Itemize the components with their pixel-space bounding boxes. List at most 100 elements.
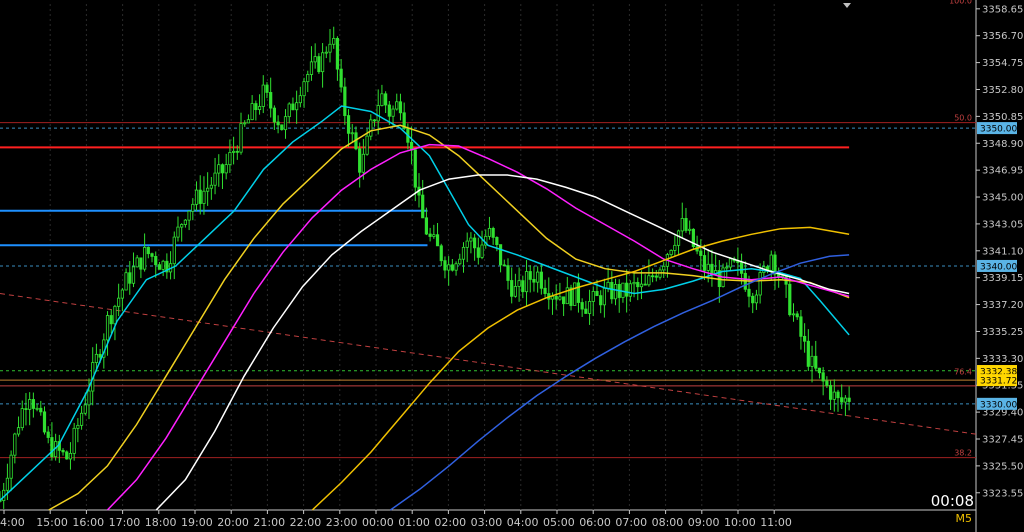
fib-level-label: 50.0	[954, 114, 972, 123]
candle-body	[306, 74, 310, 83]
candle-body	[602, 287, 606, 306]
candle-body	[79, 412, 84, 426]
candle-body	[680, 218, 684, 232]
chart-shift-marker-icon[interactable]	[843, 3, 851, 8]
candle-body	[358, 148, 362, 173]
candle-body	[458, 258, 462, 265]
candle-body	[506, 265, 510, 281]
moving-average-line[interactable]	[0, 105, 850, 501]
candle-body	[814, 355, 818, 369]
candle-body	[68, 452, 73, 460]
candle-body	[628, 283, 632, 297]
candle-body	[539, 271, 543, 289]
price-axis[interactable]: 3358.65 3356.70 3354.75 3352.80 3350.85 3348.…	[976, 4, 1023, 499]
candle-body	[791, 313, 796, 316]
candle-body	[673, 244, 677, 251]
candle-body	[825, 380, 829, 386]
candle-body	[591, 291, 595, 302]
candle-body	[528, 271, 532, 280]
candle-body	[654, 275, 658, 278]
candle-body	[291, 103, 295, 111]
time-axis[interactable]: 4:00 15:00 16:00 17:00 18:00 19:00 20:00 21:00 2…	[0, 510, 792, 529]
candle-body	[799, 316, 803, 337]
candle-body	[317, 56, 321, 73]
candle-body	[76, 424, 80, 429]
candle-body	[769, 254, 773, 271]
candle-body	[83, 404, 87, 414]
candle-body	[31, 399, 35, 409]
candle-body	[447, 264, 451, 271]
price-tick-label: 3339.15	[982, 273, 1023, 284]
candle-body	[24, 408, 28, 410]
moving-average-line[interactable]	[48, 124, 850, 511]
candle-body	[480, 244, 484, 258]
candle-body	[265, 84, 269, 93]
candle-body	[261, 84, 265, 107]
time-tick-label: 16:00	[72, 516, 104, 529]
trend-line[interactable]	[0, 293, 977, 435]
candle-body	[413, 149, 417, 188]
candle-body	[587, 301, 592, 314]
time-tick-label: 4:00	[0, 516, 25, 529]
time-tick-label: 01:00	[398, 516, 430, 529]
candle-body	[662, 265, 666, 271]
time-tick-label: 20:00	[217, 516, 249, 529]
candle-body	[328, 43, 332, 53]
time-tick-label: 10:00	[724, 516, 756, 529]
price-chart[interactable]: 100.050.076.438.2 3358.653356.703354.753…	[0, 0, 1024, 532]
fib-level-label: 100.0	[949, 0, 972, 5]
candle-body	[272, 107, 276, 123]
candle-body	[650, 275, 655, 278]
candle-body	[632, 281, 636, 285]
candle-body	[61, 449, 65, 453]
candle-body	[558, 296, 562, 300]
candle-body	[435, 234, 440, 247]
candle-body	[5, 477, 10, 491]
price-tick-label: 3325.50	[982, 461, 1023, 472]
candle-body	[613, 284, 618, 300]
candle-body	[428, 233, 432, 237]
candle-body	[454, 263, 458, 271]
candle-body	[580, 302, 584, 310]
candle-body	[424, 217, 429, 235]
candle-body	[198, 189, 202, 204]
price-tick-label: 3348.90	[982, 139, 1023, 150]
time-tick-label: 21:00	[253, 516, 285, 529]
candle-body	[105, 315, 110, 341]
candle-body	[232, 150, 236, 153]
time-tick-label: 11:00	[760, 516, 792, 529]
candle-body	[135, 257, 139, 268]
candle-body	[810, 355, 814, 367]
time-tick-label: 18:00	[145, 516, 177, 529]
price-tick-label: 3352.80	[982, 85, 1023, 96]
candle-body	[194, 189, 199, 205]
candle-body	[562, 296, 566, 305]
candle-body	[688, 228, 692, 231]
candle-body	[847, 397, 851, 402]
candle-body	[398, 101, 403, 114]
candle-body	[16, 427, 21, 435]
candle-body	[157, 264, 162, 270]
candle-body	[595, 291, 599, 297]
candle-body	[843, 397, 848, 403]
candle-body	[495, 236, 499, 246]
price-label-text: 3340.00	[980, 262, 1017, 272]
moving-average-line[interactable]	[155, 174, 850, 511]
candle-body	[239, 123, 243, 153]
candle-body	[803, 335, 807, 342]
moving-averages	[0, 105, 850, 511]
fib-level-label: 76.4	[954, 367, 972, 376]
candle-body	[243, 122, 247, 125]
candle-body	[643, 283, 647, 286]
time-tick-label: 17:00	[109, 516, 141, 529]
candle-body	[335, 38, 340, 70]
candle-body	[384, 93, 388, 106]
candle-body	[94, 353, 99, 363]
candle-body	[339, 68, 343, 88]
candle-body	[180, 224, 184, 228]
candle-body	[498, 244, 503, 266]
candle-body	[257, 106, 262, 111]
price-tick-label: 3356.70	[982, 31, 1023, 42]
candle-body	[224, 164, 228, 174]
candle-body	[636, 281, 640, 288]
